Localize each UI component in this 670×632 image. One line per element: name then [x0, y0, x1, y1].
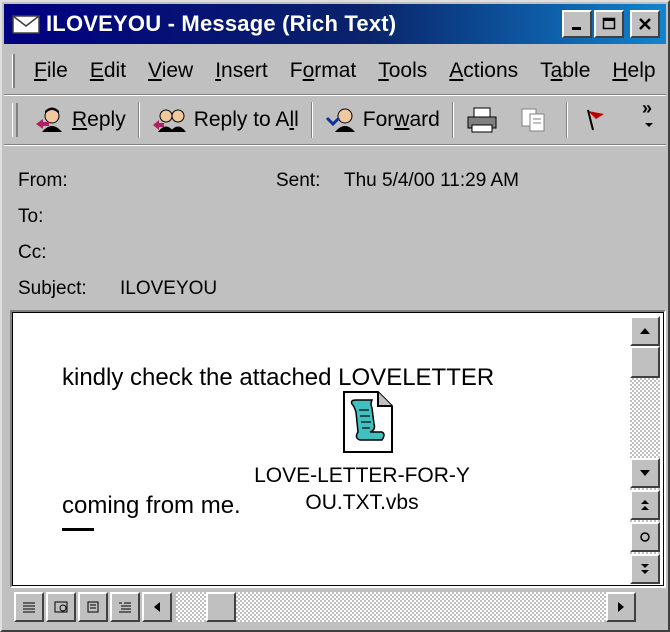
menu-format[interactable]: Format: [279, 59, 368, 83]
window-title: ILOVEYOU - Message (Rich Text): [46, 11, 397, 36]
print-button[interactable]: [458, 100, 510, 140]
next-item-button[interactable]: [630, 554, 660, 584]
to-label: To:: [18, 206, 44, 227]
menu-edit[interactable]: Edit: [79, 59, 137, 83]
minimize-button[interactable]: [562, 10, 592, 38]
title-bar[interactable]: ILOVEYOU - Message (Rich Text): [4, 4, 666, 44]
attachment[interactable]: [340, 390, 396, 460]
previous-item-button[interactable]: [630, 490, 660, 520]
maximize-button[interactable]: [594, 10, 624, 38]
attachment-filename-line-2: OU.TXT.vbs: [305, 491, 419, 514]
menu-file[interactable]: File: [23, 59, 79, 83]
circle-icon: [640, 532, 650, 542]
text-cursor: [62, 528, 94, 531]
subject-value: ILOVEYOU: [120, 278, 218, 299]
arrow-left-icon: [154, 602, 160, 612]
vertical-scroll-thumb[interactable]: [630, 346, 660, 378]
flag-button[interactable]: [572, 100, 622, 140]
flag-icon: [586, 109, 604, 131]
arrow-right-icon: [618, 602, 624, 612]
outlook-message-window: ILOVEYOU - Message (Rich Text) File Edit…: [0, 0, 670, 632]
arrow-up-icon: [640, 328, 650, 334]
web-layout-view-button[interactable]: [46, 592, 76, 622]
attachment-filename-line-1: LOVE-LETTER-FOR-Y: [254, 464, 470, 487]
bottom-bar: [10, 590, 666, 624]
toolbar-grip[interactable]: [12, 103, 18, 137]
cc-label: Cc:: [18, 242, 47, 263]
double-down-icon: [641, 564, 649, 574]
arrow-down-icon: [640, 470, 650, 476]
scroll-up-button[interactable]: [630, 316, 660, 346]
web-layout-icon: [54, 601, 68, 613]
script-file-icon: [343, 391, 393, 453]
normal-view-icon: [23, 602, 35, 613]
menu-bar: File Edit View Insert Format Tools Actio…: [4, 48, 666, 95]
vertical-scrollbar[interactable]: [630, 316, 660, 584]
maximize-icon: [602, 17, 616, 30]
menu-table[interactable]: Table: [529, 59, 601, 83]
chevron-down-icon: [645, 123, 653, 127]
scroll-down-button[interactable]: [630, 458, 660, 488]
close-icon: [639, 18, 651, 30]
forward-icon: [325, 108, 355, 132]
scroll-left-button[interactable]: [142, 592, 172, 622]
horizontal-scroll-track[interactable]: [176, 592, 606, 622]
copy-button[interactable]: [510, 100, 562, 140]
menu-actions[interactable]: Actions: [438, 59, 529, 83]
close-button[interactable]: [630, 10, 660, 38]
toolbar-separator: [310, 102, 313, 138]
scroll-right-button[interactable]: [606, 592, 636, 622]
outline-view-button[interactable]: [110, 592, 140, 622]
standard-toolbar: Reply Reply to All Forward »: [4, 96, 666, 145]
reply-button[interactable]: Reply: [26, 100, 134, 140]
subject-label: Subject:: [18, 278, 87, 299]
toolbar-overflow-button[interactable]: »: [642, 98, 656, 132]
minimize-icon: [572, 27, 581, 30]
horizontal-scroll-thumb[interactable]: [206, 592, 236, 622]
menu-help[interactable]: Help: [601, 59, 666, 83]
copy-icon: [521, 108, 545, 132]
toolbar-more-label: »: [642, 98, 653, 118]
print-icon: [467, 107, 497, 133]
menu-tools[interactable]: Tools: [367, 59, 438, 83]
sent-value: Thu 5/4/00 11:29 AM: [344, 170, 519, 191]
window-controls: [560, 10, 660, 38]
browse-object-button[interactable]: [630, 522, 660, 552]
reply-icon: [36, 107, 62, 132]
print-layout-icon: [87, 601, 99, 613]
menu-view[interactable]: View: [137, 59, 204, 83]
message-body[interactable]: kindly check the attached LOVELETTER LOV…: [10, 310, 666, 588]
toolbar-separator: [137, 102, 140, 138]
menu-grip[interactable]: [12, 54, 15, 88]
outline-view-icon: [119, 602, 131, 613]
from-label: From:: [18, 170, 68, 191]
forward-button[interactable]: Forward: [317, 100, 448, 140]
body-line-2: coming from me.: [62, 492, 241, 519]
toolbar-separator: [451, 102, 454, 138]
print-layout-view-button[interactable]: [78, 592, 108, 622]
reply-all-icon: [152, 109, 186, 132]
message-header: From: Sent: Thu 5/4/00 11:29 AM To: Cc: …: [4, 150, 666, 306]
attachment-filename[interactable]: LOVE-LETTER-FOR-Y OU.TXT.vbs: [242, 462, 482, 516]
normal-view-button[interactable]: [14, 592, 44, 622]
toolbar-separator: [565, 102, 568, 138]
sent-label: Sent:: [276, 170, 321, 191]
menu-insert[interactable]: Insert: [204, 59, 279, 83]
double-up-icon: [641, 500, 649, 510]
body-line-1: kindly check the attached LOVELETTER: [62, 364, 495, 391]
envelope-icon: [12, 15, 40, 34]
reply-all-button[interactable]: Reply to All: [144, 100, 307, 140]
